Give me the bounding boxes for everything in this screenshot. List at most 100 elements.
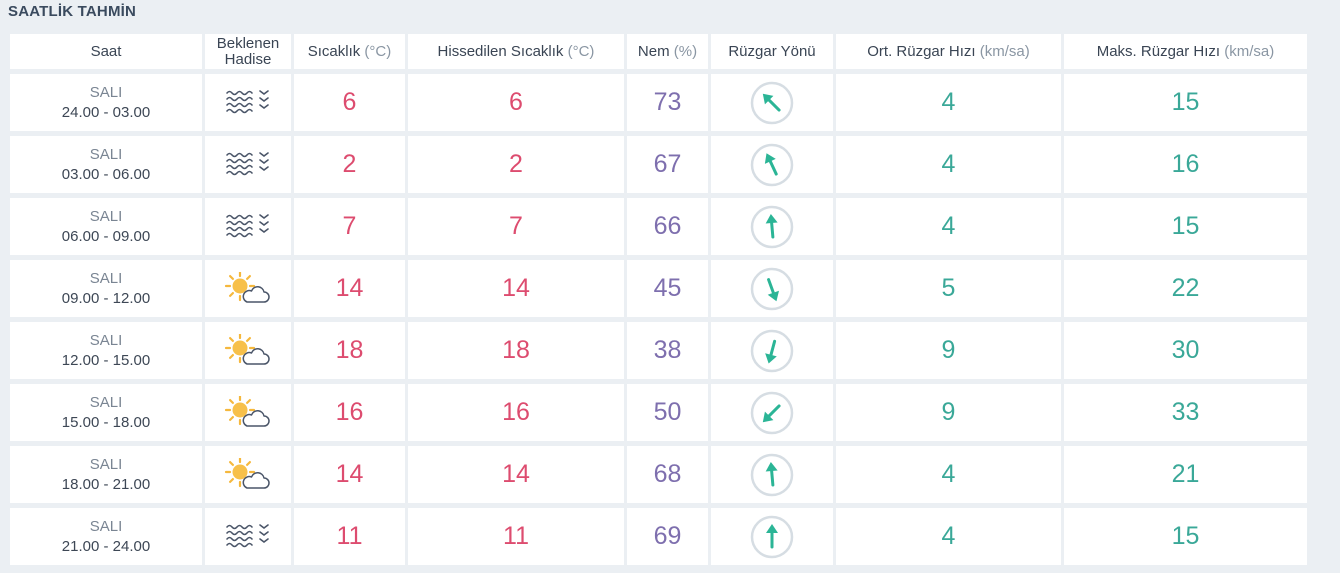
- humidity-value: 73: [627, 74, 708, 131]
- day-label: SALI: [89, 83, 123, 101]
- time-cell: SALI 15.00 - 18.00: [10, 384, 202, 441]
- day-label: SALI: [89, 331, 123, 349]
- humidity-value: 50: [627, 384, 708, 441]
- weather-icon-cell: [205, 136, 291, 193]
- day-label: SALI: [89, 145, 123, 163]
- forecast-row: SALI 15.00 - 18.00 16 16 50 9 33: [10, 384, 1307, 441]
- humidity-value: 69: [627, 508, 708, 565]
- avg-wind-value: 4: [836, 198, 1061, 255]
- time-range: 15.00 - 18.00: [61, 413, 151, 431]
- feels-like-value: 11: [408, 508, 624, 565]
- header-saat: Saat: [10, 34, 202, 69]
- temperature-value: 14: [294, 260, 405, 317]
- wind-direction-cell: [711, 136, 833, 193]
- header-row: Saat Beklenen Hadise Sıcaklık (°C) Hissed…: [10, 34, 1307, 69]
- max-wind-value: 15: [1064, 198, 1307, 255]
- feels-like-value: 6: [408, 74, 624, 131]
- temperature-value: 16: [294, 384, 405, 441]
- forecast-row: SALI 18.00 - 21.00 14 14 68 4 21: [10, 446, 1307, 503]
- wind-arrow-icon: [750, 329, 794, 372]
- time-range: 09.00 - 12.00: [61, 289, 151, 307]
- forecast-row: SALI 06.00 - 09.00 7 7 66 4 15: [10, 198, 1307, 255]
- feels-like-value: 16: [408, 384, 624, 441]
- max-wind-value: 33: [1064, 384, 1307, 441]
- temperature-value: 6: [294, 74, 405, 131]
- section-title: SAATLİK TAHMİN: [8, 3, 137, 20]
- hourly-forecast-table: Saat Beklenen Hadise Sıcaklık (°C) Hissed…: [7, 29, 1310, 570]
- weather-icon-cell: [205, 508, 291, 565]
- avg-wind-value: 9: [836, 384, 1061, 441]
- weather-icon-cell: [205, 260, 291, 317]
- time-range: 21.00 - 24.00: [61, 537, 151, 555]
- fog-icon: [226, 89, 269, 113]
- avg-wind-value: 4: [836, 136, 1061, 193]
- temperature-value: 7: [294, 198, 405, 255]
- wind-direction-cell: [711, 508, 833, 565]
- temperature-value: 2: [294, 136, 405, 193]
- feels-like-value: 2: [408, 136, 624, 193]
- time-cell: SALI 12.00 - 15.00: [10, 322, 202, 379]
- time-cell: SALI 06.00 - 09.00: [10, 198, 202, 255]
- weather-icon-cell: [205, 384, 291, 441]
- day-label: SALI: [89, 517, 123, 535]
- humidity-value: 45: [627, 260, 708, 317]
- forecast-row: SALI 03.00 - 06.00 2 2 67 4 16: [10, 136, 1307, 193]
- wind-direction-cell: [711, 322, 833, 379]
- header-ort-ruzgar: Ort. Rüzgar Hızı (km/sa): [836, 34, 1061, 69]
- feels-like-value: 7: [408, 198, 624, 255]
- partly-cloudy-icon: [224, 271, 270, 303]
- day-label: SALI: [89, 393, 123, 411]
- max-wind-value: 16: [1064, 136, 1307, 193]
- wind-direction-cell: [711, 74, 833, 131]
- max-wind-value: 15: [1064, 508, 1307, 565]
- wind-direction-cell: [711, 384, 833, 441]
- time-range: 24.00 - 03.00: [61, 103, 151, 121]
- day-label: SALI: [89, 207, 123, 225]
- header-sicaklik: Sıcaklık (°C): [294, 34, 405, 69]
- weather-icon-cell: [205, 74, 291, 131]
- partly-cloudy-icon: [224, 333, 270, 365]
- wind-arrow-icon: [750, 391, 794, 434]
- time-cell: SALI 21.00 - 24.00: [10, 508, 202, 565]
- header-hadise: Beklenen Hadise: [205, 34, 291, 69]
- feels-like-value: 18: [408, 322, 624, 379]
- time-cell: SALI 24.00 - 03.00: [10, 74, 202, 131]
- header-hissedilen: Hissedilen Sıcaklık (°C): [408, 34, 624, 69]
- max-wind-value: 21: [1064, 446, 1307, 503]
- header-maks-ruzgar: Maks. Rüzgar Hızı (km/sa): [1064, 34, 1307, 69]
- partly-cloudy-icon: [224, 457, 270, 489]
- header-nem: Nem (%): [627, 34, 708, 69]
- day-label: SALI: [89, 269, 123, 287]
- feels-like-value: 14: [408, 446, 624, 503]
- wind-arrow-icon: [750, 143, 794, 186]
- time-cell: SALI 09.00 - 12.00: [10, 260, 202, 317]
- time-range: 12.00 - 15.00: [61, 351, 151, 369]
- max-wind-value: 30: [1064, 322, 1307, 379]
- wind-arrow-icon: [750, 205, 794, 248]
- header-ruzgar-yonu: Rüzgar Yönü: [711, 34, 833, 69]
- wind-direction-cell: [711, 260, 833, 317]
- avg-wind-value: 4: [836, 446, 1061, 503]
- humidity-value: 67: [627, 136, 708, 193]
- temperature-value: 18: [294, 322, 405, 379]
- forecast-row: SALI 24.00 - 03.00 6 6 73 4 15: [10, 74, 1307, 131]
- wind-arrow-icon: [750, 515, 794, 558]
- weather-icon-cell: [205, 198, 291, 255]
- time-cell: SALI 18.00 - 21.00: [10, 446, 202, 503]
- fog-icon: [226, 213, 269, 237]
- wind-direction-cell: [711, 446, 833, 503]
- day-label: SALI: [89, 455, 123, 473]
- max-wind-value: 15: [1064, 74, 1307, 131]
- time-range: 18.00 - 21.00: [61, 475, 151, 493]
- weather-icon-cell: [205, 322, 291, 379]
- forecast-row: SALI 21.00 - 24.00 11 11 69 4 15: [10, 508, 1307, 565]
- fog-icon: [226, 151, 269, 175]
- time-range: 06.00 - 09.00: [61, 227, 151, 245]
- humidity-value: 38: [627, 322, 708, 379]
- weather-icon-cell: [205, 446, 291, 503]
- avg-wind-value: 9: [836, 322, 1061, 379]
- avg-wind-value: 4: [836, 508, 1061, 565]
- temperature-value: 14: [294, 446, 405, 503]
- temperature-value: 11: [294, 508, 405, 565]
- wind-direction-cell: [711, 198, 833, 255]
